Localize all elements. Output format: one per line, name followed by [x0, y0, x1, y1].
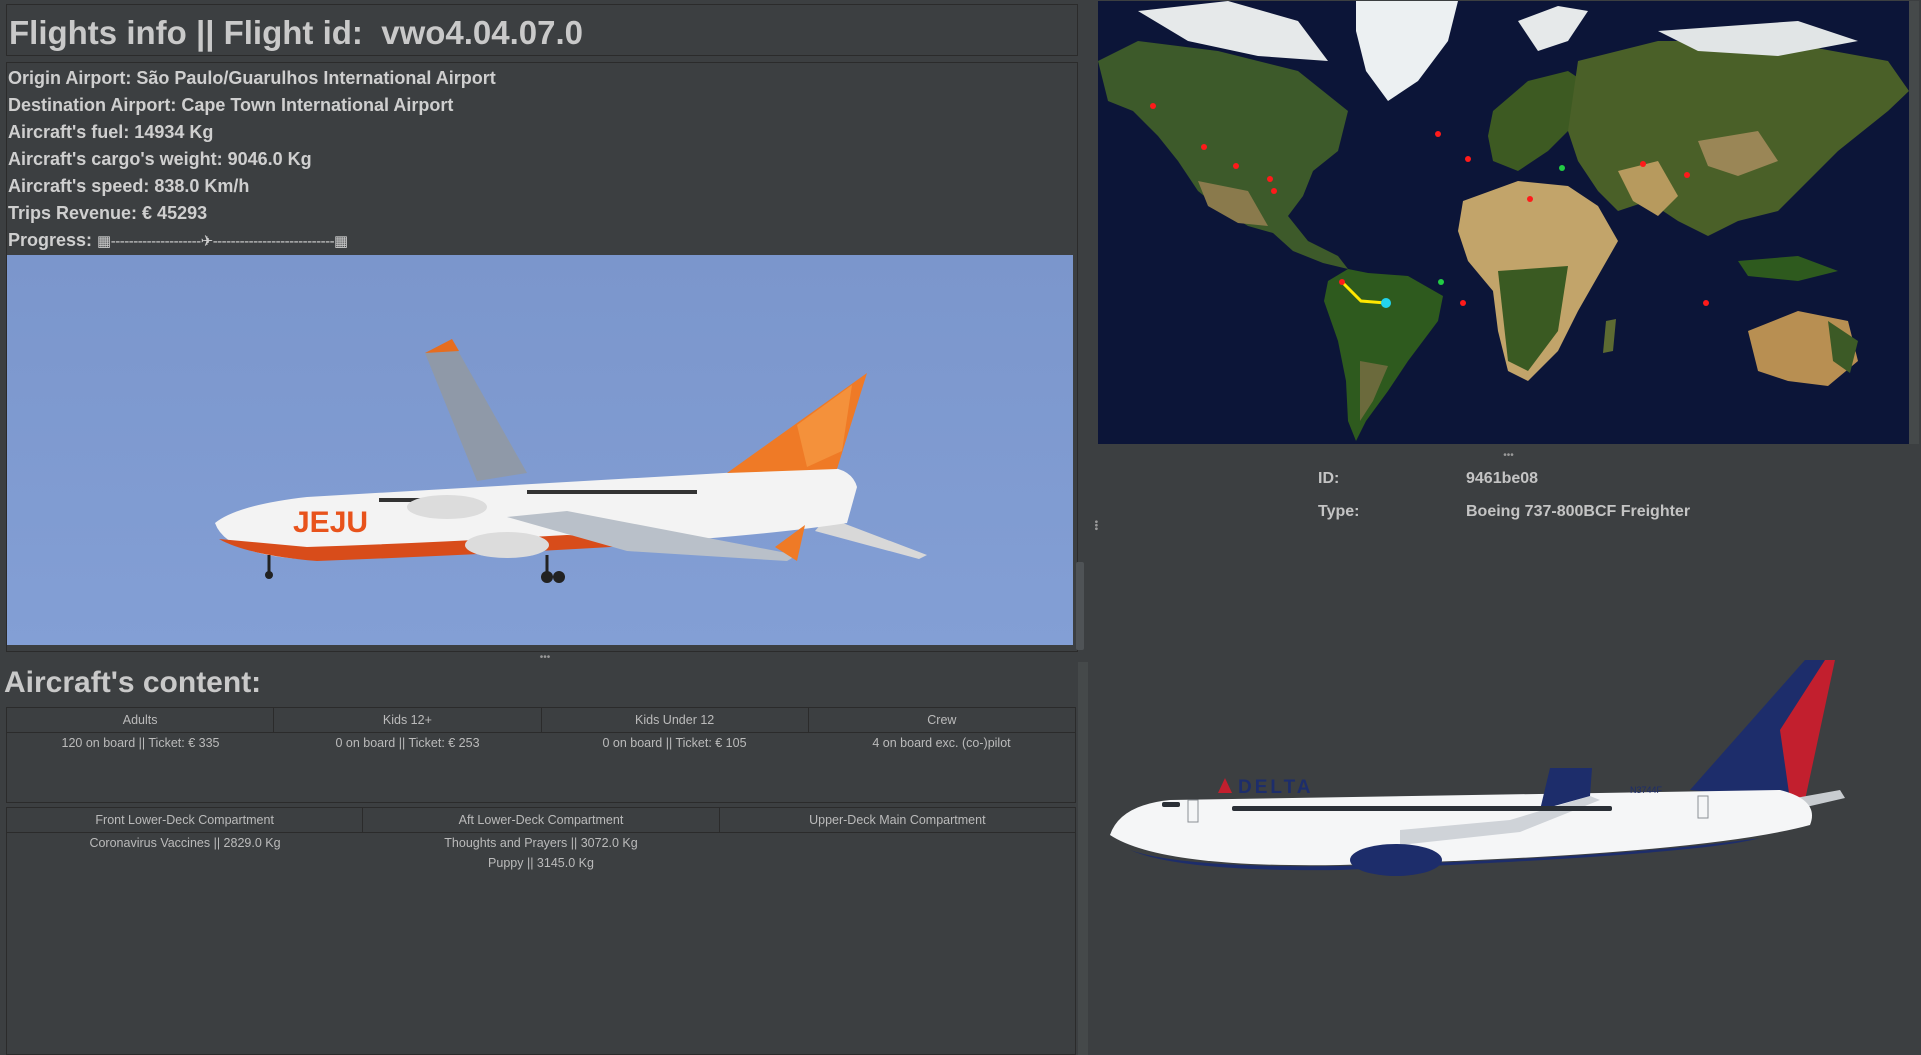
aircraft-fuel: Aircraft's fuel: 14934 Kg [8, 122, 214, 142]
content-heading: Aircraft's content: [4, 666, 262, 699]
cargo-item[interactable]: Coronavirus Vaccines || 2829.0 Kg [7, 833, 363, 853]
delta-livery-text: DELTA [1238, 777, 1314, 798]
passengers-column-header[interactable]: Crew [809, 708, 1075, 732]
info-scrollbar[interactable] [1076, 562, 1084, 650]
progress-label: Progress: [8, 230, 98, 250]
page-title: Flights info || Flight id: vwo4.04.07.0 [6, 4, 1078, 56]
passengers-cell[interactable]: 0 on board || Ticket: € 105 [541, 733, 808, 753]
cargo-column: Thoughts and Prayers || 3072.0 Kg Puppy |… [363, 833, 719, 873]
progress-row: Progress: ▦--------------------✈--------… [7, 227, 1077, 254]
aircraft-type-label: Type: [1318, 503, 1360, 520]
aircraft-registration: N3744F [1630, 785, 1663, 795]
aircraft-model-image: DELTA N3744F [1100, 650, 1860, 890]
cargo-weight: Aircraft's cargo's weight: 9046.0 Kg [8, 149, 312, 169]
jeju-air-plane-image: JEJU [215, 339, 927, 583]
aircraft-id-label: ID: [1318, 470, 1340, 487]
cargo-column-header[interactable]: Upper-Deck Main Compartment [720, 808, 1075, 832]
passengers-column-header[interactable]: Adults [7, 708, 275, 732]
cargo-column [719, 833, 1075, 873]
passengers-cell[interactable]: 4 on board exc. (co-)pilot [808, 733, 1075, 753]
map-splitter[interactable]: ••• [1098, 451, 1919, 461]
delta-plane-image: DELTA N3744F [1110, 660, 1845, 876]
cargo-column-header[interactable]: Aft Lower-Deck Compartment [363, 808, 720, 832]
flight-info-column: Flights info || Flight id: vwo4.04.07.0 … [0, 0, 1090, 1055]
passengers-column: 0 on board || Ticket: € 105 [541, 733, 808, 753]
passengers-column-header[interactable]: Kids Under 12 [542, 708, 809, 732]
aircraft-speed: Aircraft's speed: 838.0 Km/h [8, 176, 250, 196]
cargo-column: Coronavirus Vaccines || 2829.0 Kg [7, 833, 363, 873]
cargo-item[interactable]: Thoughts and Prayers || 3072.0 Kg [363, 833, 719, 853]
trips-revenue: Trips Revenue: € 45293 [8, 203, 208, 223]
content-scrollbar[interactable] [1078, 662, 1088, 1055]
passengers-table[interactable]: Adults Kids 12+ Kids Under 12 Crew 120 on b… [6, 707, 1076, 803]
passengers-cell[interactable]: 0 on board || Ticket: € 253 [274, 733, 541, 753]
vertical-splitter[interactable]: ••• [1090, 0, 1101, 1055]
cargo-compartments-table[interactable]: Front Lower-Deck Compartment Aft Lower-De… [6, 807, 1076, 1055]
progress-bar: ▦--------------------✈------------------… [97, 233, 348, 250]
photo-livery-text: JEJU [293, 506, 368, 539]
passengers-column: 120 on board || Ticket: € 335 [7, 733, 274, 753]
world-map[interactable] [1098, 1, 1909, 444]
aircraft-id-value: 9461be08 [1466, 470, 1539, 487]
horizontal-splitter[interactable]: ••• [6, 653, 1084, 663]
aircraft-photo: JEJU [7, 255, 1073, 645]
passengers-column: 0 on board || Ticket: € 253 [274, 733, 541, 753]
cargo-column-header[interactable]: Front Lower-Deck Compartment [7, 808, 364, 832]
world-map-canvas [1098, 1, 1909, 444]
passengers-cell[interactable]: 120 on board || Ticket: € 335 [7, 733, 274, 753]
cargo-item[interactable]: Puppy || 3145.0 Kg [363, 853, 719, 873]
map-scrollbar[interactable] [1909, 1, 1919, 444]
flight-info-panel[interactable]: Origin Airport: São Paulo/Guarulhos Inte… [6, 62, 1078, 652]
origin-airport: Origin Airport: São Paulo/Guarulhos Inte… [8, 68, 496, 88]
destination-airport: Destination Airport: Cape Town Internati… [8, 95, 454, 115]
passengers-column: 4 on board exc. (co-)pilot [808, 733, 1075, 753]
passengers-column-header[interactable]: Kids 12+ [274, 708, 542, 732]
aircraft-type-value: Boeing 737-800BCF Freighter [1466, 503, 1691, 520]
